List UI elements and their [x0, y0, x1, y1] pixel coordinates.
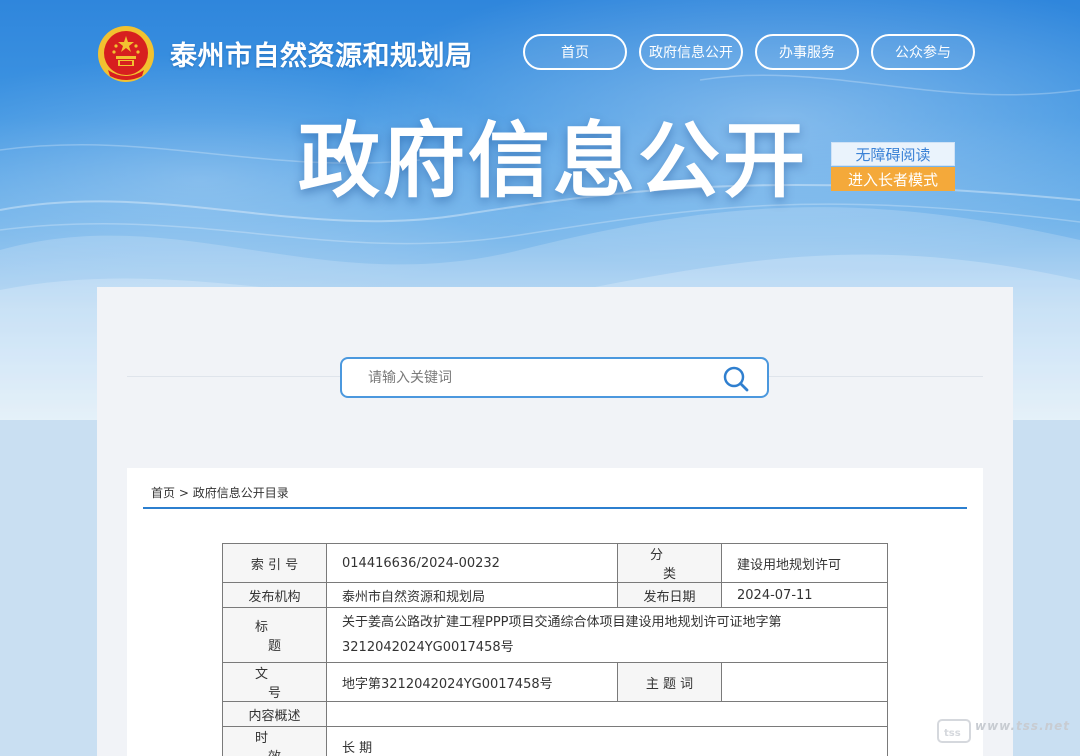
breadcrumb-current[interactable]: 政府信息公开目录 — [193, 486, 289, 500]
validity-label: 时 效 — [222, 726, 327, 756]
category-label: 分 类 — [617, 543, 722, 583]
summary-label: 内容概述 — [222, 701, 327, 727]
watermark-badge: tss — [944, 728, 961, 739]
nav-services[interactable]: 办事服务 — [755, 34, 859, 70]
docno-value: 地字第3212042024YG0017458号 — [326, 662, 618, 702]
table-row: 内容概述 — [222, 701, 888, 727]
table-row: 发布机构 泰州市自然资源和规划局 发布日期 2024-07-11 — [222, 582, 888, 608]
nav-public-participation[interactable]: 公众参与 — [871, 34, 975, 70]
national-emblem-icon — [98, 26, 154, 82]
document-meta-table: 索 引 号 014416636/2024-00232 分 类 建设用地规划许可 … — [222, 543, 888, 756]
title-value: 关于姜高公路改扩建工程PPP项目交通综合体项目建设用地规划许可证地字第32120… — [326, 607, 888, 663]
date-value: 2024-07-11 — [721, 582, 888, 608]
publisher-label: 发布机构 — [222, 582, 327, 608]
publisher-value: 泰州市自然资源和规划局 — [326, 582, 618, 608]
index-label: 索 引 号 — [222, 543, 327, 583]
date-label: 发布日期 — [617, 582, 722, 608]
table-row: 文 号 地字第3212042024YG0017458号 主 题 词 — [222, 662, 888, 702]
validity-value: 长 期 — [326, 726, 888, 756]
search-input[interactable] — [368, 367, 698, 389]
breadcrumb: 首页 > 政府信息公开目录 — [151, 484, 289, 501]
keyword-value — [721, 662, 888, 702]
index-value: 014416636/2024-00232 — [326, 543, 618, 583]
search-box — [340, 357, 769, 398]
watermark-text: www.tss.net — [975, 719, 1071, 733]
breadcrumb-separator: > — [178, 486, 189, 500]
elderly-mode-button[interactable]: 进入长者模式 — [831, 167, 955, 191]
table-row: 索 引 号 014416636/2024-00232 分 类 建设用地规划许可 — [222, 543, 888, 583]
docno-label: 文 号 — [222, 662, 327, 702]
barrier-free-reading-button[interactable]: 无障碍阅读 — [831, 142, 955, 166]
table-row: 时 效 长 期 — [222, 726, 888, 756]
category-value: 建设用地规划许可 — [721, 543, 888, 583]
nav-gov-info-disclosure[interactable]: 政府信息公开 — [639, 34, 743, 70]
table-row: 标 题 关于姜高公路改扩建工程PPP项目交通综合体项目建设用地规划许可证地字第3… — [222, 607, 888, 663]
breadcrumb-home[interactable]: 首页 — [151, 486, 175, 500]
breadcrumb-underline — [143, 507, 967, 509]
search-icon[interactable] — [722, 365, 750, 393]
hero-title: 政府信息公开 — [298, 114, 809, 209]
keyword-label: 主 题 词 — [617, 662, 722, 702]
title-label: 标 题 — [222, 607, 327, 663]
summary-value — [326, 701, 888, 727]
nav-home[interactable]: 首页 — [523, 34, 627, 70]
site-title[interactable]: 泰州市自然资源和规划局 — [170, 34, 473, 73]
